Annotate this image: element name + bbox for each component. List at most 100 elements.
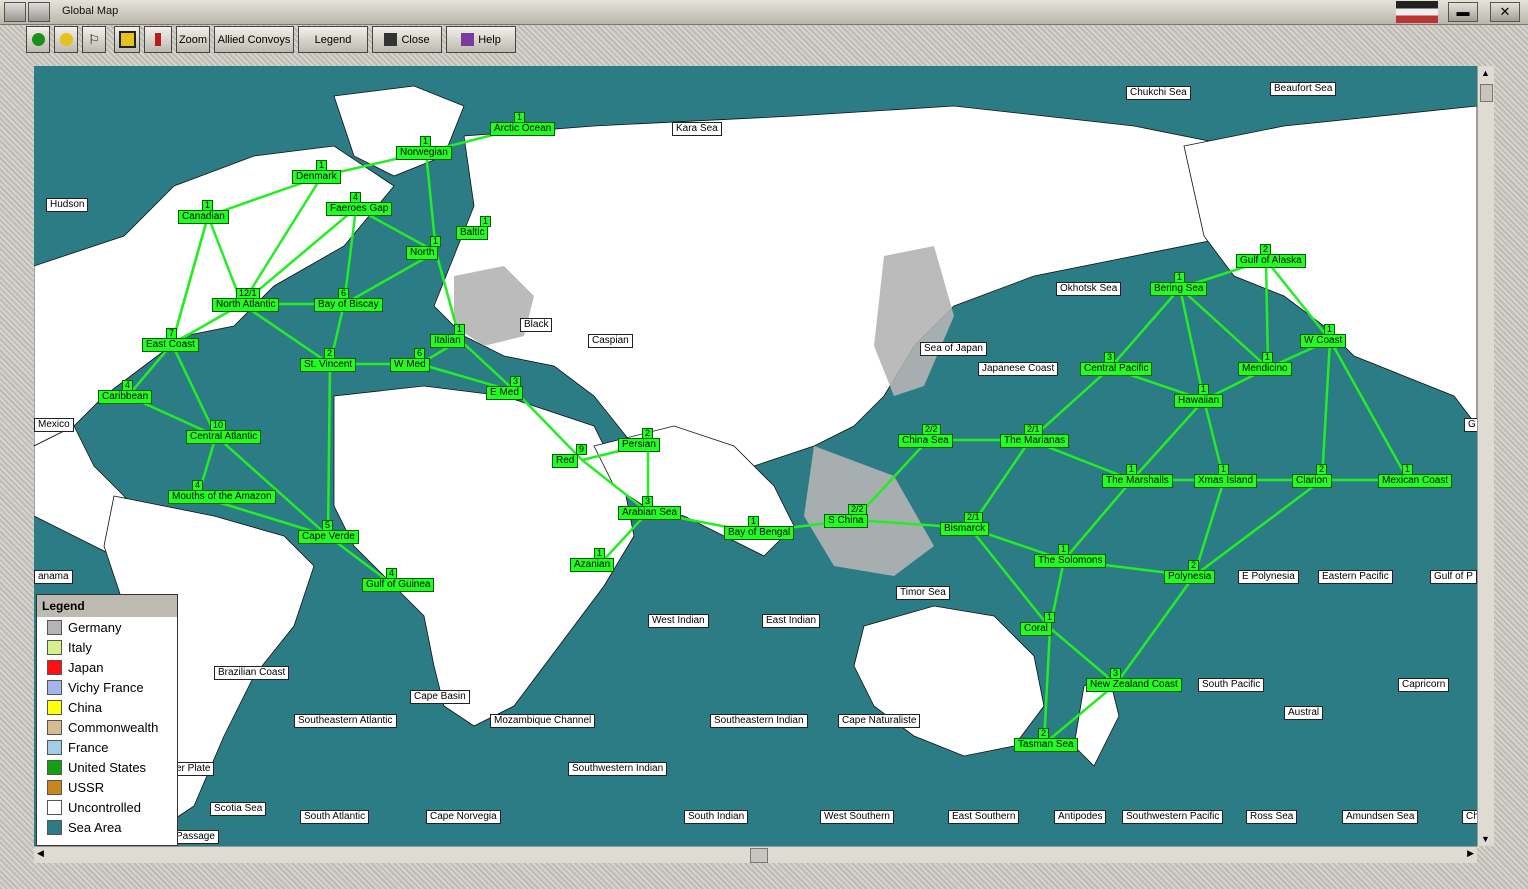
convoy-zone-label[interactable]: Denmark: [292, 170, 341, 184]
sea-area-label[interactable]: Cape Norvegia: [426, 810, 501, 824]
convoy-zone-label[interactable]: Bering Sea: [1150, 282, 1208, 296]
tool-button[interactable]: [144, 26, 172, 53]
sea-area-label[interactable]: Chukchi Sea: [1126, 86, 1191, 100]
sea-area-label[interactable]: Sea of Japan: [920, 342, 987, 356]
sea-area-label[interactable]: Austral: [1284, 706, 1324, 720]
convoy-zone-label[interactable]: W Med: [390, 358, 430, 372]
convoy-zone-label[interactable]: Faeroes Gap: [326, 202, 393, 216]
convoy-zone-label[interactable]: The Marshalls: [1102, 474, 1173, 488]
flag-button[interactable]: ⚐: [82, 26, 106, 53]
sea-area-label[interactable]: Amundsen Sea: [1342, 810, 1419, 824]
convoy-zone-label[interactable]: Bay of Biscay: [314, 298, 383, 312]
convoy-zone-label[interactable]: Mouths of the Amazon: [168, 490, 276, 504]
sea-area-label[interactable]: Passage: [172, 830, 219, 844]
convoy-zone-label[interactable]: St. Vincent: [300, 358, 357, 372]
convoy-zone-label[interactable]: New Zealand Coast: [1086, 678, 1182, 692]
close-window-button[interactable]: ✕: [1490, 2, 1520, 22]
sea-area-label[interactable]: er Plate: [172, 762, 215, 776]
scroll-right-icon[interactable]: ▶: [1467, 848, 1474, 859]
convoy-zone-label[interactable]: Red: [552, 454, 579, 468]
system-menu-icon[interactable]: [4, 2, 26, 22]
convoy-zone-label[interactable]: Gulf of Alaska: [1236, 254, 1306, 268]
convoy-zone-label[interactable]: Azanian: [570, 558, 615, 572]
horizontal-scroll-thumb[interactable]: [750, 848, 768, 863]
scroll-left-icon[interactable]: ◀: [37, 848, 44, 859]
convoy-zone-label[interactable]: Hawaiian: [1174, 394, 1224, 408]
sea-area-label[interactable]: Japanese Coast: [978, 362, 1059, 376]
allied-convoys-button[interactable]: Allied Convoys: [214, 26, 294, 53]
sea-area-label[interactable]: South Atlantic: [300, 810, 370, 824]
convoy-zone-label[interactable]: Italian: [430, 334, 465, 348]
sea-area-label[interactable]: Capricorn: [1398, 678, 1450, 692]
sea-area-label[interactable]: Eastern Pacific: [1318, 570, 1393, 584]
convoy-zone-label[interactable]: Central Atlantic: [186, 430, 262, 444]
convoy-zone-label[interactable]: The Solomons: [1034, 554, 1107, 568]
vertical-scrollbar[interactable]: ▲ ▼: [1477, 66, 1494, 846]
minimize-button[interactable]: ▬: [1448, 2, 1478, 22]
sea-area-label[interactable]: E Polynesia: [1238, 570, 1299, 584]
convoy-zone-label[interactable]: Clarion: [1292, 474, 1332, 488]
convoy-zone-label[interactable]: Canadian: [178, 210, 229, 224]
sea-area-label[interactable]: anama: [34, 570, 73, 584]
scroll-up-icon[interactable]: ▲: [1481, 68, 1490, 78]
convoy-zone-label[interactable]: Central Pacific: [1080, 362, 1153, 376]
help-button[interactable]: Help: [446, 26, 516, 53]
convoy-zone-label[interactable]: Mendicino: [1238, 362, 1292, 376]
convoy-zone-label[interactable]: The Marianas: [1000, 434, 1070, 448]
save-map-button[interactable]: [114, 26, 140, 53]
sea-area-label[interactable]: Southeastern Indian: [710, 714, 808, 728]
vertical-scroll-thumb[interactable]: [1480, 84, 1493, 102]
sea-area-label[interactable]: Gulf of P: [1430, 570, 1477, 584]
convoy-zone-label[interactable]: Coral: [1020, 622, 1052, 636]
convoy-zone-label[interactable]: Persian: [618, 438, 660, 452]
convoy-zone-label[interactable]: Bismarck: [940, 522, 990, 536]
sea-area-label[interactable]: West Indian: [648, 614, 709, 628]
filter-events-button[interactable]: [54, 26, 78, 53]
convoy-zone-label[interactable]: Arctic Ocean: [490, 122, 556, 136]
convoy-zone-label[interactable]: Mexican Coast: [1378, 474, 1453, 488]
sea-area-label[interactable]: South Indian: [684, 810, 749, 824]
sea-area-label[interactable]: Caspian: [588, 334, 633, 348]
convoy-zone-label[interactable]: Tasman Sea: [1014, 738, 1078, 752]
convoy-zone-label[interactable]: China Sea: [898, 434, 953, 448]
sea-area-label[interactable]: Brazilian Coast: [214, 666, 290, 680]
zoom-button[interactable]: Zoom: [176, 26, 210, 53]
filter-units-button[interactable]: [26, 26, 50, 53]
sea-area-label[interactable]: Kara Sea: [672, 122, 722, 136]
convoy-zone-label[interactable]: Baltic: [456, 226, 489, 240]
convoy-zone-label[interactable]: S China: [824, 514, 868, 528]
convoy-zone-label[interactable]: E Med: [486, 386, 523, 400]
convoy-zone-label[interactable]: Bay of Bengal: [724, 526, 795, 540]
sea-area-label[interactable]: Antipodes: [1054, 810, 1107, 824]
convoy-zone-label[interactable]: Polynesia: [1164, 570, 1216, 584]
sea-area-label[interactable]: Ross Sea: [1246, 810, 1298, 824]
horizontal-scrollbar[interactable]: ◀ ▶: [34, 846, 1477, 863]
sea-area-label[interactable]: Timor Sea: [896, 586, 950, 600]
sea-area-label[interactable]: Mozambique Channel: [490, 714, 596, 728]
sea-area-label[interactable]: East Southern: [948, 810, 1020, 824]
sea-area-label[interactable]: Okhotsk Sea: [1056, 282, 1122, 296]
sea-area-label[interactable]: West Southern: [820, 810, 894, 824]
sea-area-label[interactable]: Southeastern Atlantic: [294, 714, 397, 728]
sea-area-label[interactable]: Cape Naturaliste: [838, 714, 921, 728]
sea-area-label[interactable]: Hudson: [46, 198, 89, 212]
sea-area-label[interactable]: South Pacific: [1198, 678, 1265, 692]
convoy-zone-label[interactable]: Norwegian: [396, 146, 452, 160]
sea-area-label[interactable]: Mexico: [34, 418, 74, 432]
convoy-zone-label[interactable]: Xmas Island: [1194, 474, 1258, 488]
sea-area-label[interactable]: Beaufort Sea: [1270, 82, 1337, 96]
convoy-zone-label[interactable]: W Coast: [1300, 334, 1347, 348]
sea-area-label[interactable]: East Indian: [762, 614, 821, 628]
scroll-down-icon[interactable]: ▼: [1481, 834, 1490, 844]
sea-area-label[interactable]: Southwestern Pacific: [1122, 810, 1224, 824]
convoy-zone-label[interactable]: Gulf of Guinea: [362, 578, 435, 592]
close-button[interactable]: Close: [372, 26, 442, 53]
convoy-zone-label[interactable]: Cape Verde: [298, 530, 359, 544]
convoy-zone-label[interactable]: North Atlantic: [212, 298, 280, 312]
convoy-zone-label[interactable]: Caribbean: [98, 390, 153, 404]
sea-area-label[interactable]: Cape Basin: [410, 690, 470, 704]
sea-area-label[interactable]: Scotia Sea: [210, 802, 267, 816]
convoy-zone-label[interactable]: Arabian Sea: [618, 506, 682, 520]
map-canvas[interactable]: [34, 66, 1477, 846]
restore-icon[interactable]: [28, 2, 50, 22]
